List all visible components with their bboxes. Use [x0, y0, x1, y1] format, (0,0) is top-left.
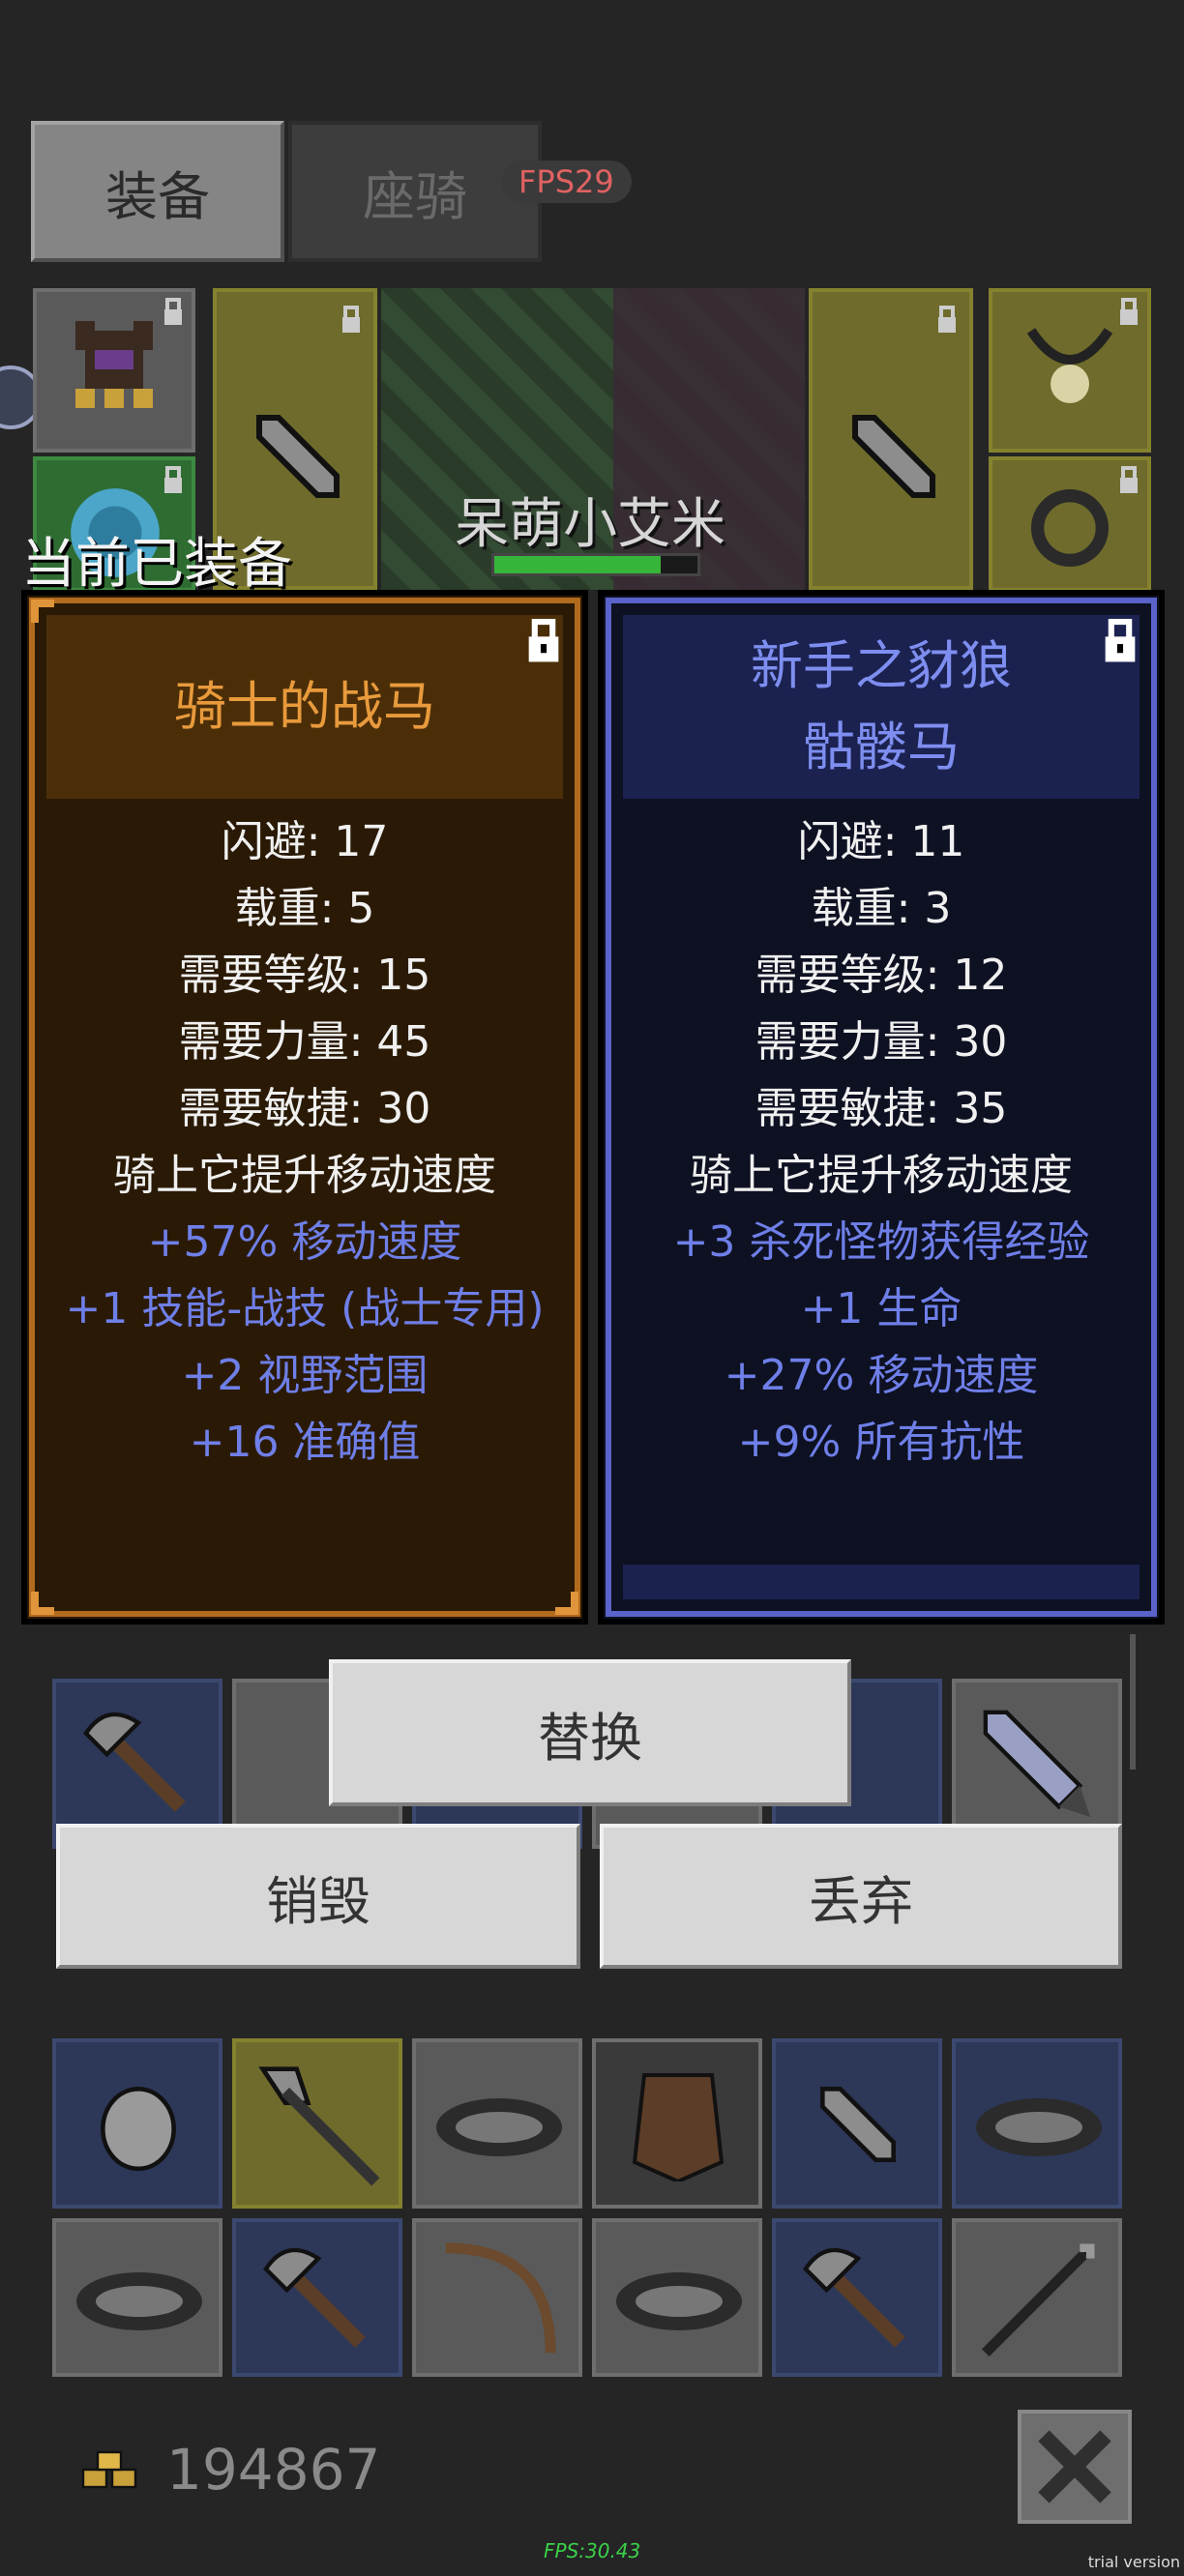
lock-icon — [164, 466, 182, 493]
item-stats: 闪避: 11 载重: 3 需要等级: 12 需要力量: 30 需要敏捷: 35 … — [604, 808, 1159, 1476]
stat-line: 骑上它提升移动速度 — [690, 1151, 1073, 1200]
equipped-label: 当前已装备 — [21, 533, 292, 596]
lock-icon[interactable] — [1101, 619, 1140, 663]
axe-icon — [83, 1712, 186, 1812]
stat-line: 需要等级: 12 — [755, 951, 1008, 1000]
inventory-slot[interactable] — [52, 2038, 222, 2209]
knife-icon — [852, 415, 935, 498]
tab-equipment[interactable]: 装备 — [31, 121, 284, 262]
lock-icon — [342, 306, 360, 333]
inventory-slot[interactable] — [952, 2038, 1122, 2209]
stat-line: 需要力量: 45 — [178, 1017, 431, 1067]
health-bar — [491, 553, 700, 576]
corner-ornament-icon — [555, 1592, 578, 1615]
fps-counter: FPS:30.43 — [544, 2539, 641, 2562]
vest-icon — [632, 2073, 725, 2181]
inventory-slot[interactable] — [52, 2218, 222, 2377]
magic-stat-line: +9% 所有抗性 — [737, 1418, 1025, 1467]
knife-icon — [256, 415, 340, 498]
card-footer — [46, 1565, 563, 1599]
destroy-button[interactable]: 销毁 — [56, 1824, 580, 1969]
compared-item-card: 新手之豺狼 骷髅马 闪避: 11 载重: 3 需要等级: 12 需要力量: 30… — [598, 590, 1165, 1625]
stone-icon — [101, 2087, 176, 2172]
inventory-slot[interactable] — [772, 2218, 942, 2377]
stat-line: 载重: 5 — [234, 884, 375, 933]
magic-stat-line: +57% 移动速度 — [147, 1217, 462, 1267]
stat-line: 需要敏捷: 30 — [178, 1084, 431, 1133]
card-header: 新手之豺狼 骷髅马 — [623, 615, 1140, 799]
stat-line: 闪避: 11 — [797, 817, 965, 866]
slot-ring[interactable] — [989, 456, 1151, 592]
stat-line: 需要力量: 30 — [755, 1017, 1008, 1067]
corner-ornament-icon — [31, 1592, 54, 1615]
item-title: 骑士的战马 — [174, 676, 435, 737]
axe-icon — [803, 2247, 905, 2348]
helmet-icon — [75, 321, 153, 408]
magic-stat-line: +27% 移动速度 — [724, 1351, 1039, 1400]
equipped-item-card: 骑士的战马 闪避: 17 载重: 5 需要等级: 15 需要力量: 45 需要敏… — [21, 590, 588, 1625]
lock-icon — [164, 298, 182, 325]
inventory-slot[interactable] — [412, 2038, 582, 2209]
belt-icon — [436, 2098, 562, 2156]
inventory-slot[interactable] — [232, 2038, 402, 2209]
inventory-scrollbar[interactable] — [1130, 1634, 1136, 1770]
item-title-line1: 新手之豺狼 — [751, 635, 1012, 696]
belt-icon — [976, 2098, 1102, 2156]
lock-icon — [938, 306, 956, 333]
item-title-line2: 骷髅马 — [803, 717, 960, 777]
stat-line: 载重: 3 — [811, 884, 952, 933]
discard-button[interactable]: 丢弃 — [600, 1824, 1122, 1969]
stat-line: 需要等级: 15 — [178, 951, 431, 1000]
inventory-slot[interactable] — [592, 2218, 762, 2377]
magic-stat-line: +2 视野范围 — [181, 1351, 429, 1400]
slot-helmet[interactable] — [33, 288, 195, 453]
trial-watermark: trial version — [1087, 2553, 1180, 2571]
ring-icon — [1031, 489, 1109, 567]
close-icon — [1038, 2430, 1111, 2503]
card-footer — [623, 1565, 1140, 1599]
slot-weapon-right[interactable] — [809, 288, 973, 590]
inventory-slot[interactable] — [952, 2218, 1122, 2377]
stat-line: 闪避: 17 — [221, 817, 389, 866]
lock-icon — [1120, 466, 1138, 493]
staff-icon — [982, 2243, 1095, 2356]
inventory-slot[interactable] — [232, 2218, 402, 2377]
character-name: 呆萌小艾米 — [455, 493, 725, 556]
replace-button[interactable]: 替换 — [329, 1659, 851, 1806]
close-button[interactable] — [1018, 2410, 1132, 2524]
amulet-icon — [1026, 328, 1113, 403]
inventory-slot[interactable] — [772, 2038, 942, 2209]
magic-stat-line: +1 技能-战技 (战士专用) — [65, 1284, 545, 1333]
inventory-slot[interactable] — [412, 2218, 582, 2377]
stat-line: 骑上它提升移动速度 — [113, 1151, 496, 1200]
inventory-slot[interactable] — [592, 2038, 762, 2209]
spear-icon — [258, 2066, 380, 2186]
magic-stat-line: +3 杀死怪物获得经验 — [672, 1217, 1090, 1267]
corner-ornament-icon — [31, 600, 54, 623]
gold-icon — [81, 2450, 137, 2489]
belt-icon — [616, 2272, 742, 2330]
lock-icon[interactable] — [524, 619, 563, 663]
card-header: 骑士的战马 — [46, 615, 563, 799]
knife-icon — [820, 2087, 896, 2162]
stat-line: 需要敏捷: 35 — [755, 1084, 1008, 1133]
belt-icon — [76, 2272, 202, 2330]
lock-icon — [1120, 298, 1138, 325]
fps-badge: FPS29 — [501, 161, 632, 203]
axe-icon — [263, 2247, 366, 2348]
magic-stat-line: +1 生命 — [800, 1284, 962, 1333]
gold-amount: 194867 — [166, 2437, 381, 2503]
magic-stat-line: +16 准确值 — [189, 1418, 421, 1467]
bow-icon — [445, 2242, 556, 2354]
slot-amulet[interactable] — [989, 288, 1151, 453]
sword-icon — [983, 1710, 1091, 1818]
item-stats: 闪避: 17 载重: 5 需要等级: 15 需要力量: 45 需要敏捷: 30 … — [27, 808, 582, 1476]
